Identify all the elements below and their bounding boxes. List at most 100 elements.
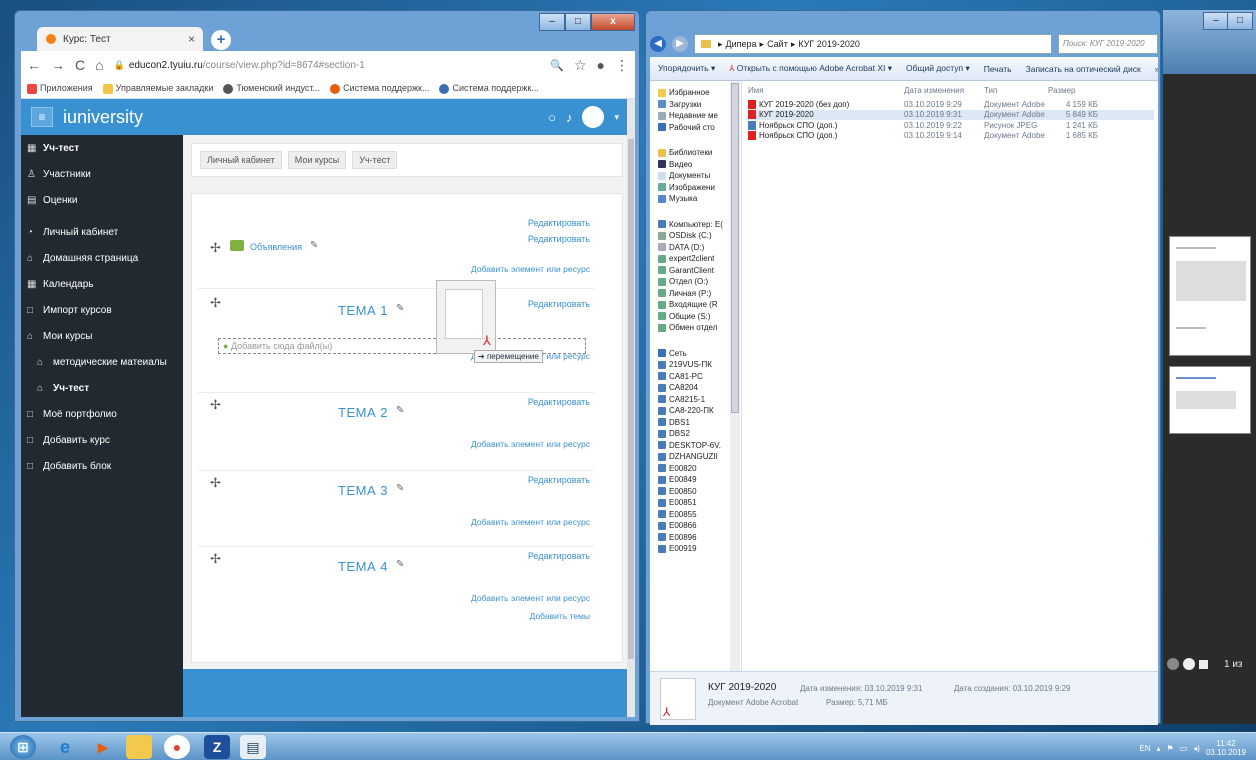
- explorer-path-bar[interactable]: ▸ Дипера ▸ Сайт ▸ КУГ 2019-2020: [694, 34, 1052, 54]
- sidebar-item-import[interactable]: □ Импорт курсов: [21, 297, 183, 323]
- language-indicator[interactable]: EN: [1139, 744, 1150, 753]
- page-thumbnail-2[interactable]: [1169, 366, 1251, 434]
- flag-icon[interactable]: ⚑: [1167, 744, 1174, 753]
- sidebar-item-methods[interactable]: ⌂ методические матеиалы: [21, 349, 183, 375]
- nav-network-host[interactable]: CA8-220-ПК: [650, 405, 741, 417]
- nav-network[interactable]: Сеть: [650, 348, 741, 360]
- move-icon[interactable]: ✢: [210, 475, 221, 491]
- browser-tab[interactable]: Курс: Тест ×: [37, 27, 203, 51]
- nav-drive[interactable]: Общие (S:): [650, 311, 741, 323]
- maximize-button[interactable]: □: [565, 13, 591, 31]
- network-tray-icon[interactable]: ▭: [1180, 744, 1188, 753]
- media-player-icon[interactable]: ▶: [90, 735, 116, 759]
- messages-icon[interactable]: ○: [548, 110, 556, 125]
- nav-network-host[interactable]: E00849: [650, 474, 741, 486]
- file-row[interactable]: Ноябрьск СПО (доп.) 03.10.2019 9:14 Доку…: [748, 131, 1154, 142]
- nav-network-host[interactable]: E00851: [650, 497, 741, 509]
- nav-network-host[interactable]: 219VUS-ПК: [650, 359, 741, 371]
- minimize-button[interactable]: –: [539, 13, 565, 31]
- nav-network-host[interactable]: CA8215-1: [650, 394, 741, 406]
- next-page-icon[interactable]: [1183, 658, 1195, 670]
- nav-pictures[interactable]: Изображени: [650, 182, 741, 194]
- bookmark-apps[interactable]: Приложения: [27, 83, 93, 94]
- sidebar-item-current-course[interactable]: ⌂ Уч-тест: [21, 375, 183, 401]
- move-icon[interactable]: ✢: [210, 240, 221, 256]
- star-icon[interactable]: ☆: [574, 57, 587, 74]
- organize-button[interactable]: Упорядочить ▾: [658, 63, 715, 74]
- nav-network-host[interactable]: E00896: [650, 532, 741, 544]
- nav-favorites[interactable]: Избранное: [650, 87, 741, 99]
- activity-edit-menu[interactable]: Редактировать: [528, 234, 590, 244]
- volume-icon[interactable]: ◂): [1193, 744, 1200, 753]
- move-icon[interactable]: ✢: [210, 295, 221, 311]
- file-row[interactable]: КУГ 2019-2020 (без доп) 03.10.2019 9:29 …: [748, 99, 1154, 110]
- close-button[interactable]: x: [591, 13, 635, 31]
- sidebar-item-calendar[interactable]: ▦ Календарь: [21, 271, 183, 297]
- forward-icon[interactable]: →: [51, 57, 65, 73]
- print-button[interactable]: Печать: [984, 64, 1012, 74]
- move-icon[interactable]: ✢: [210, 551, 221, 567]
- edit-pencil-icon[interactable]: ✎: [310, 240, 318, 251]
- notifications-icon[interactable]: ♪: [566, 110, 573, 125]
- sidebar-item-participants[interactable]: ♙ Участники: [21, 161, 183, 187]
- page-thumbnail-1[interactable]: [1169, 236, 1251, 356]
- new-tab-button[interactable]: +: [211, 30, 231, 50]
- nav-network-host[interactable]: CA8204: [650, 382, 741, 394]
- burn-button[interactable]: Записать на оптический диск: [1026, 64, 1141, 74]
- sidebar-item-my-courses[interactable]: ⌂ Мои курсы: [21, 323, 183, 349]
- page-scrollbar[interactable]: [627, 99, 635, 717]
- viewer-maximize-button[interactable]: □: [1227, 12, 1253, 30]
- explorer-icon[interactable]: [126, 735, 152, 759]
- profile-icon[interactable]: ●: [597, 57, 605, 73]
- add-activity-link[interactable]: Добавить элемент или ресурс: [471, 593, 590, 603]
- hamburger-menu-icon[interactable]: ≡: [31, 107, 53, 127]
- nav-network-host[interactable]: DESKTOP-6V.: [650, 440, 741, 452]
- nav-computer[interactable]: Компьютер: Е(: [650, 219, 741, 231]
- viewer-minimize-button[interactable]: –: [1203, 12, 1229, 30]
- edit-pencil-icon[interactable]: ✎: [396, 483, 404, 494]
- section-edit-menu[interactable]: Редактировать: [528, 299, 590, 309]
- bookmark-support-1[interactable]: Система поддержк...: [330, 83, 429, 94]
- forward-icon[interactable]: ▶: [672, 36, 688, 52]
- bookmark-managed[interactable]: Управляемые закладки: [102, 83, 213, 94]
- nav-desktop[interactable]: Рабочий сто: [650, 122, 741, 134]
- add-topics-link[interactable]: Добавить темы: [530, 611, 590, 621]
- column-date[interactable]: Дата изменения: [904, 86, 984, 95]
- section-edit-menu[interactable]: Редактировать: [528, 218, 590, 228]
- section-title[interactable]: ТЕМА 4: [338, 559, 388, 574]
- sidebar-item-dashboard[interactable]: ◔ Личный кабинет: [21, 219, 183, 245]
- url-field[interactable]: 🔒 educon2.tyuiu.ru/course/view.php?id=86…: [114, 60, 541, 71]
- start-button[interactable]: ⊞: [10, 735, 36, 759]
- nav-network-host[interactable]: E00855: [650, 509, 741, 521]
- path-segment[interactable]: КУГ 2019-2020: [798, 39, 859, 49]
- nav-drive[interactable]: OSDisk (C:): [650, 230, 741, 242]
- nav-network-host[interactable]: E00866: [650, 520, 741, 532]
- add-activity-link[interactable]: Добавить элемент или ресурс: [471, 264, 590, 274]
- show-hidden-icons-icon[interactable]: ▴: [1157, 744, 1161, 753]
- column-name[interactable]: Имя: [748, 86, 904, 95]
- nav-downloads[interactable]: Загрузки: [650, 99, 741, 111]
- column-type[interactable]: Тип: [984, 86, 1048, 95]
- section-title[interactable]: ТЕМА 1: [338, 303, 388, 318]
- edit-pencil-icon[interactable]: ✎: [396, 303, 404, 314]
- stop-icon[interactable]: [1199, 659, 1208, 669]
- reload-icon[interactable]: C: [75, 57, 85, 73]
- nav-network-host[interactable]: E00850: [650, 486, 741, 498]
- breadcrumb-course[interactable]: Уч-тест: [352, 151, 398, 169]
- column-size[interactable]: Размер: [1048, 86, 1098, 95]
- section-title[interactable]: ТЕМА 3: [338, 483, 388, 498]
- share-button[interactable]: Общий доступ ▾: [906, 63, 970, 74]
- file-row-selected[interactable]: КУГ 2019-2020 03.10.2019 9:31 Документ A…: [748, 109, 1154, 120]
- zoom-icon[interactable]: 🔍: [550, 59, 564, 72]
- edit-pencil-icon[interactable]: ✎: [396, 559, 404, 570]
- nav-music[interactable]: Музыка: [650, 193, 741, 205]
- back-icon[interactable]: ←: [27, 57, 41, 73]
- sidebar-item-course[interactable]: ▦ Уч-тест: [21, 135, 183, 161]
- add-activity-link[interactable]: Добавить элемент или ресурс: [471, 439, 590, 449]
- path-segment[interactable]: Дипера: [726, 39, 757, 49]
- path-segment[interactable]: Сайт: [767, 39, 788, 49]
- nav-drive[interactable]: DATA (D:): [650, 242, 741, 254]
- tab-close-icon[interactable]: ×: [188, 32, 195, 46]
- sidebar-item-grades[interactable]: ▤ Оценки: [21, 187, 183, 213]
- menu-icon[interactable]: ⋮: [615, 57, 629, 74]
